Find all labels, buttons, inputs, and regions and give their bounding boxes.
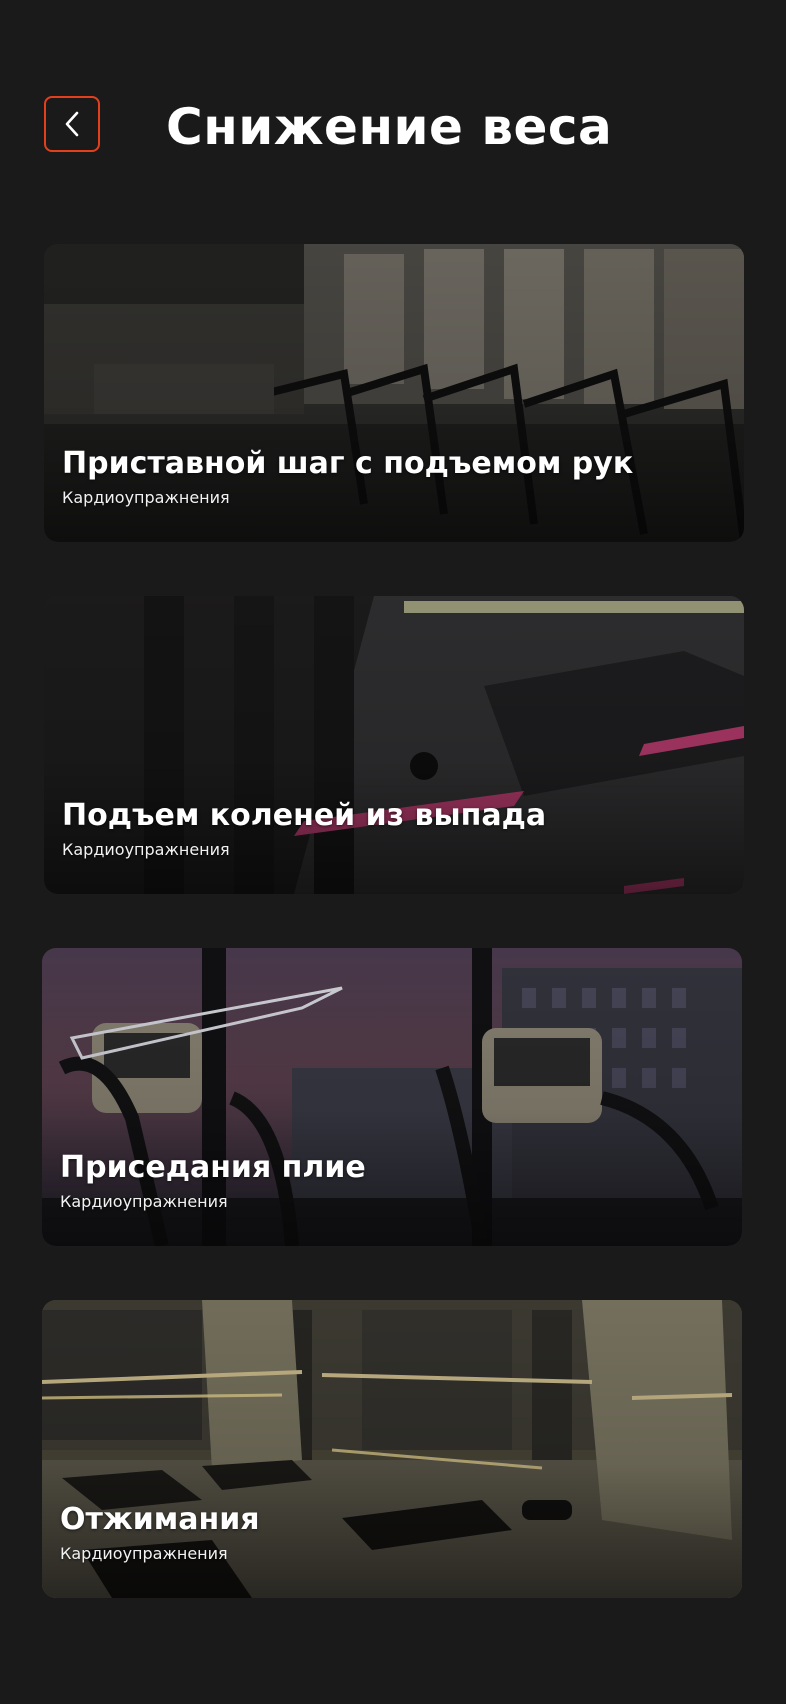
exercise-card[interactable]: Отжимания Кардиоупражнения [42, 1300, 742, 1598]
exercise-title: Приставной шаг с подъемом рук [62, 446, 634, 481]
exercise-title: Приседания плие [60, 1150, 366, 1185]
exercise-category: Кардиоупражнения [62, 840, 230, 859]
exercise-card[interactable]: Приставной шаг с подъемом рук Кардиоупра… [44, 244, 744, 542]
exercise-category: Кардиоупражнения [60, 1192, 228, 1211]
exercise-list: Приставной шаг с подъемом рук Кардиоупра… [0, 0, 786, 1704]
exercise-category: Кардиоупражнения [60, 1544, 228, 1563]
exercise-title: Подъем коленей из выпада [62, 798, 547, 833]
exercise-title: Отжимания [60, 1502, 260, 1537]
exercise-card[interactable]: Подъем коленей из выпада Кардиоупражнени… [44, 596, 744, 894]
exercise-card[interactable]: Приседания плие Кардиоупражнения [42, 948, 742, 1246]
exercise-category: Кардиоупражнения [62, 488, 230, 507]
